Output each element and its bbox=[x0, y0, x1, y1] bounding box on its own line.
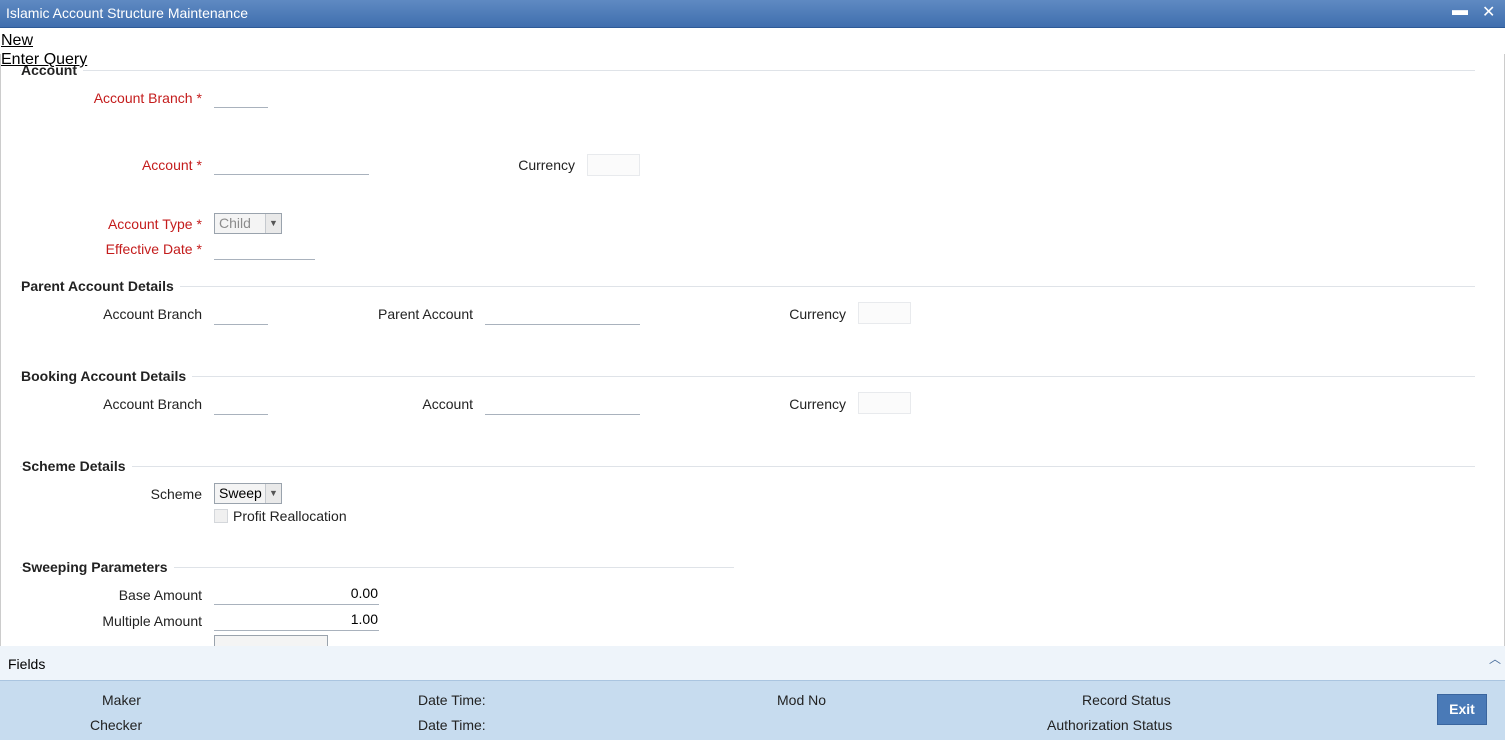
multiple-amount-label: Multiple Amount bbox=[102, 613, 202, 629]
account-type-select[interactable]: Child ▼ bbox=[214, 213, 282, 234]
window-title-bar: Islamic Account Structure Maintenance ▬ … bbox=[0, 0, 1505, 28]
parent-account-branch-label: Account Branch bbox=[103, 306, 202, 322]
booking-section-divider bbox=[20, 376, 1475, 377]
exit-button[interactable]: Exit bbox=[1437, 694, 1487, 725]
maker-date-time-label: Date Time: bbox=[418, 692, 486, 708]
enter-query-link[interactable]: Enter Query bbox=[1, 51, 87, 69]
audit-footer: Maker Checker Date Time: Date Time: Mod … bbox=[0, 680, 1505, 740]
booking-account-branch-input[interactable] bbox=[214, 393, 268, 415]
window-title: Islamic Account Structure Maintenance bbox=[6, 5, 249, 21]
parent-account-branch-input[interactable] bbox=[214, 303, 268, 325]
form-area bbox=[0, 54, 1505, 646]
minimize-icon[interactable]: ▬ bbox=[1452, 2, 1468, 20]
account-type-label: Account Type * bbox=[107, 216, 202, 232]
collapse-up-icon[interactable]: ︿ bbox=[1489, 650, 1501, 667]
account-section-divider bbox=[20, 70, 1475, 71]
booking-account-label: Account bbox=[422, 396, 473, 412]
multiple-amount-input[interactable]: 1.00 bbox=[214, 609, 379, 631]
currency-label: Currency bbox=[518, 157, 575, 173]
account-label: Account * bbox=[141, 157, 202, 173]
fields-bar[interactable]: Fields ︿ bbox=[0, 646, 1505, 680]
close-icon[interactable]: ✕ bbox=[1482, 2, 1495, 22]
booking-section-title: Booking Account Details bbox=[21, 368, 193, 384]
checker-date-time-label: Date Time: bbox=[418, 717, 486, 733]
profit-reallocation-checkbox[interactable] bbox=[214, 509, 228, 523]
booking-account-input[interactable] bbox=[485, 393, 640, 415]
sweeping-section-title: Sweeping Parameters bbox=[22, 559, 174, 575]
scheme-value: Sweep bbox=[219, 485, 262, 501]
fields-label: Fields bbox=[8, 656, 46, 672]
parent-account-input[interactable] bbox=[485, 303, 640, 325]
account-branch-label: Account Branch * bbox=[93, 90, 202, 106]
maker-label: Maker bbox=[102, 692, 141, 708]
parent-account-label: Parent Account bbox=[378, 306, 473, 322]
booking-account-branch-label: Account Branch bbox=[103, 396, 202, 412]
account-input[interactable] bbox=[214, 153, 369, 175]
scheme-section-divider bbox=[20, 466, 1475, 467]
base-amount-label: Base Amount bbox=[118, 587, 202, 603]
parent-section-divider bbox=[20, 286, 1475, 287]
dropdown-arrow-icon: ▼ bbox=[265, 484, 281, 503]
mod-no-label: Mod No bbox=[777, 692, 827, 708]
booking-currency-label: Currency bbox=[789, 396, 846, 412]
account-branch-input[interactable] bbox=[214, 86, 268, 108]
new-link[interactable]: New bbox=[1, 32, 33, 50]
parent-currency-input bbox=[858, 302, 911, 324]
partial-select[interactable] bbox=[214, 635, 328, 646]
checker-label: Checker bbox=[90, 717, 143, 733]
effective-date-label: Effective Date * bbox=[105, 241, 202, 257]
scheme-section-title: Scheme Details bbox=[22, 458, 132, 474]
scheme-select[interactable]: Sweep ▼ bbox=[214, 483, 282, 504]
record-status-label: Record Status bbox=[1082, 692, 1171, 708]
base-amount-input[interactable]: 0.00 bbox=[214, 583, 379, 605]
account-type-value: Child bbox=[219, 215, 251, 231]
profit-reallocation-label: Profit Reallocation bbox=[233, 508, 347, 524]
currency-input bbox=[587, 154, 640, 176]
parent-currency-label: Currency bbox=[789, 306, 846, 322]
dropdown-arrow-icon: ▼ bbox=[265, 214, 281, 233]
parent-section-title: Parent Account Details bbox=[21, 278, 180, 294]
booking-currency-input bbox=[858, 392, 911, 414]
scheme-label: Scheme bbox=[150, 486, 202, 502]
authorization-status-label: Authorization Status bbox=[1047, 717, 1173, 733]
effective-date-input[interactable] bbox=[214, 238, 315, 260]
